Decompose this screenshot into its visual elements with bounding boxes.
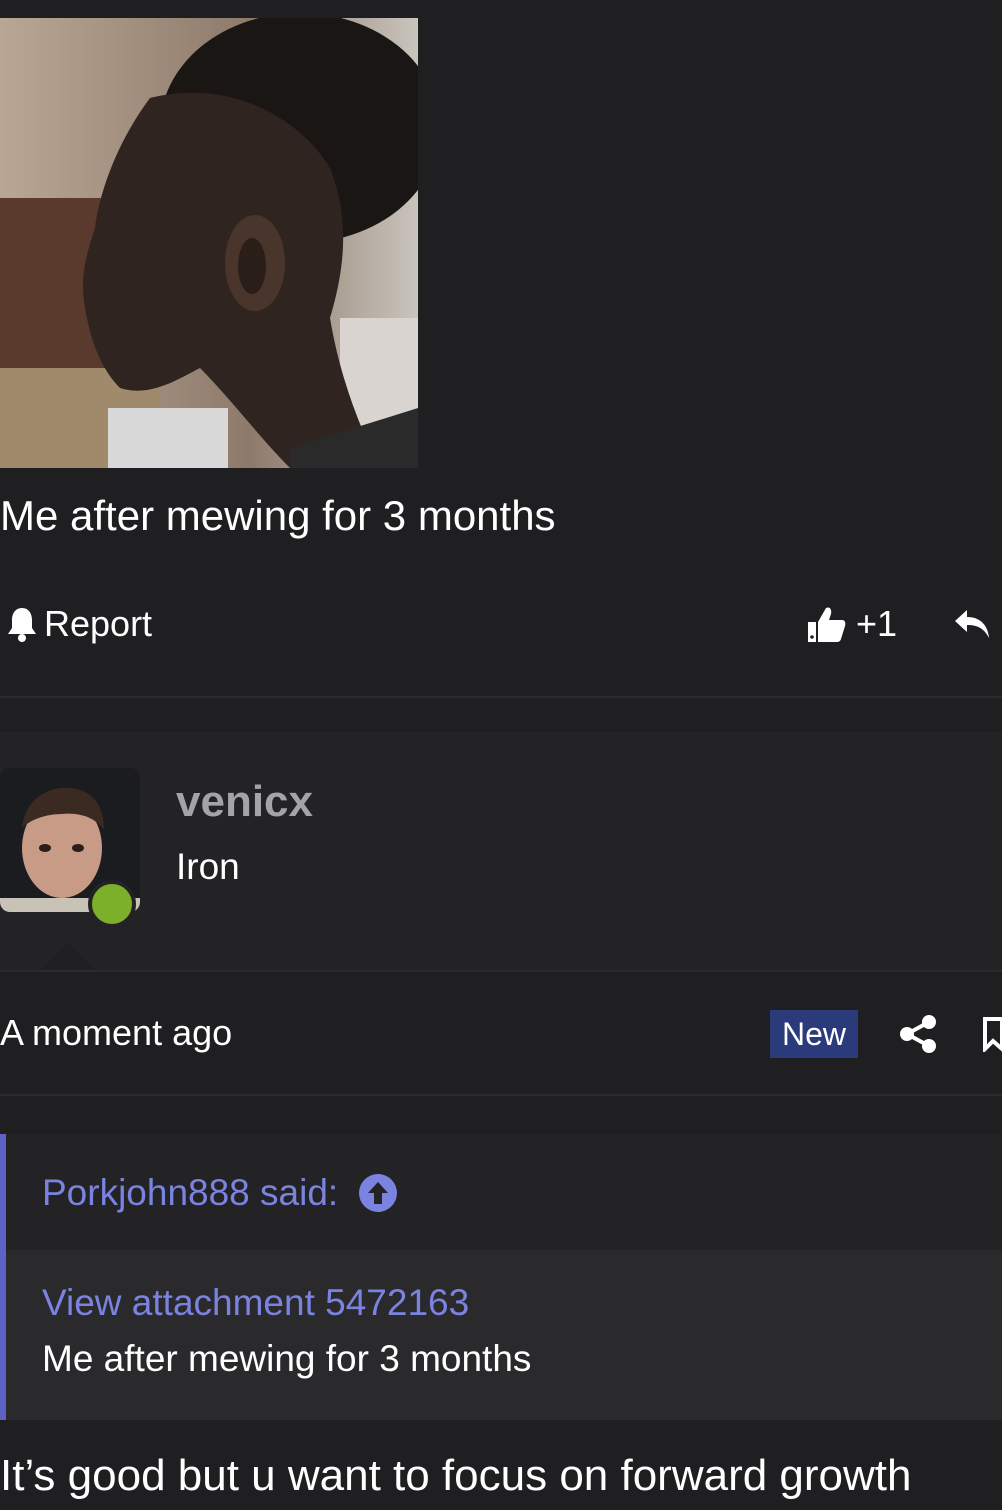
forum-thread-page: Me after mewing for 3 months Report +1 v…: [0, 0, 1002, 1510]
quote-author-label: Porkjohn888 said:: [42, 1172, 339, 1213]
share-icon[interactable]: [898, 1014, 938, 1054]
thumbs-up-icon: [808, 607, 846, 642]
report-button[interactable]: Report: [6, 596, 152, 652]
divider: [0, 696, 1002, 698]
online-status-indicator: [88, 880, 136, 928]
post-timestamp[interactable]: A moment ago: [0, 1008, 232, 1058]
reply-arrow-icon: [955, 610, 989, 638]
like-count: +1: [856, 603, 898, 644]
quote-body: View attachment 5472163 Me after mewing …: [6, 1250, 1002, 1420]
quote-author-link[interactable]: Porkjohn888 said:: [42, 1170, 398, 1216]
divider: [0, 1094, 1002, 1096]
like-button[interactable]: +1: [806, 596, 897, 652]
post-meta-bar: A moment ago New: [0, 972, 1002, 1094]
user-info-bar: venicx Iron: [0, 732, 1002, 972]
bell-icon: [8, 608, 36, 642]
profile-photo: [0, 18, 418, 468]
reply-button[interactable]: [952, 602, 992, 646]
new-badge: New: [770, 1010, 858, 1058]
quote-header: Porkjohn888 said:: [6, 1134, 1002, 1250]
post-action-bar: Report +1: [0, 596, 1002, 652]
quote-block: Porkjohn888 said: View attachment 547216…: [0, 1134, 1002, 1420]
post-attachment-image[interactable]: [0, 18, 418, 468]
arrow-up-circle-icon[interactable]: [358, 1173, 398, 1213]
username[interactable]: venicx: [176, 776, 313, 828]
post-caption: Me after mewing for 3 months: [0, 492, 556, 539]
reply-post: venicx Iron A moment ago New: [0, 732, 1002, 1094]
bookmark-icon[interactable]: [982, 1016, 1002, 1052]
pointer-arrow: [38, 942, 98, 972]
user-title: Iron: [176, 846, 240, 887]
report-label: Report: [44, 603, 153, 644]
view-attachment-link[interactable]: View attachment 5472163: [42, 1280, 469, 1326]
quote-text: Me after mewing for 3 months: [42, 1338, 532, 1379]
reply-body-text: It’s good but u want to focus on forward…: [0, 1451, 912, 1500]
